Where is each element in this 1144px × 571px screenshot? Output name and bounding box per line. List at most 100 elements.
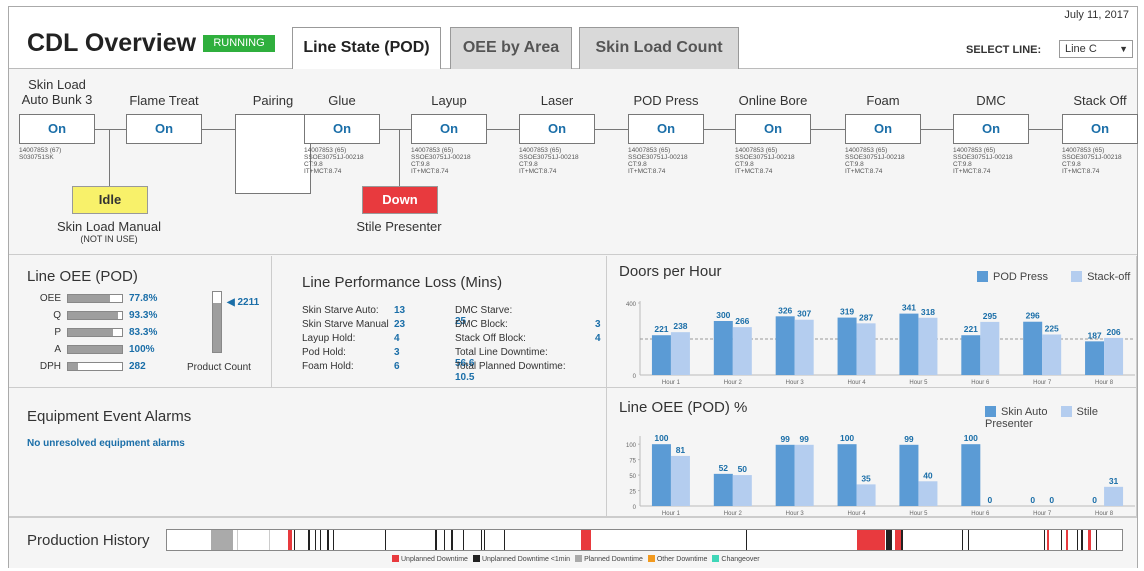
loss-label: Total Planned Downtime:	[455, 361, 566, 372]
station-name-skin-load-auto-bunk-3: Skin Load Auto Bunk 3	[21, 77, 93, 107]
bar-skin-auto[interactable]	[961, 444, 981, 506]
line-oee-title: Line OEE (POD)	[27, 268, 138, 285]
bar-stack-off[interactable]	[1042, 334, 1062, 376]
history-event[interactable]	[327, 530, 329, 550]
bar-pod-press[interactable]	[1023, 321, 1043, 375]
history-event[interactable]	[1081, 530, 1083, 550]
station-status-flame-treat[interactable]: On	[126, 114, 202, 144]
history-event[interactable]	[237, 530, 238, 550]
history-event[interactable]	[746, 530, 747, 550]
history-event[interactable]	[385, 530, 386, 550]
history-event[interactable]	[1088, 530, 1091, 550]
production-history-timeline[interactable]	[166, 529, 1123, 551]
y-tick-label: 25	[629, 490, 636, 496]
bar-stile-presenter[interactable]	[732, 475, 752, 506]
bar-pod-press[interactable]	[899, 313, 919, 375]
bar-stack-off[interactable]	[856, 323, 876, 375]
bar-pod-press[interactable]	[713, 321, 733, 375]
bar-pod-press[interactable]	[961, 335, 981, 375]
data-label-stile-presenter: 81	[676, 445, 686, 455]
history-event[interactable]	[451, 530, 453, 550]
history-event[interactable]	[968, 530, 969, 550]
station-status-dmc[interactable]: On	[953, 114, 1029, 144]
history-event[interactable]	[211, 530, 233, 550]
bar-skin-auto[interactable]	[837, 444, 857, 506]
station-status-skin-load-auto-bunk-3[interactable]: On	[19, 114, 95, 144]
bar-stack-off[interactable]	[1104, 337, 1124, 375]
bar-stack-off[interactable]	[670, 332, 690, 375]
station-meta-stack-off: 14007853 (65) SSOE30751J-00218 CT:9.8 IT…	[1062, 147, 1122, 175]
station-status-stack-off[interactable]: On	[1062, 114, 1138, 144]
history-event[interactable]	[1066, 530, 1068, 550]
history-event[interactable]	[269, 530, 270, 550]
oee-value: 93.3%	[129, 310, 158, 321]
history-event[interactable]	[288, 530, 292, 550]
history-event[interactable]	[481, 530, 482, 550]
history-event[interactable]	[901, 530, 903, 550]
station-status-glue[interactable]: On	[304, 114, 380, 144]
history-event[interactable]	[463, 530, 464, 550]
history-event[interactable]	[444, 530, 445, 550]
bar-stile-presenter[interactable]	[670, 455, 690, 506]
history-event[interactable]	[484, 530, 485, 550]
bar-stile-presenter[interactable]	[794, 444, 814, 506]
station-meta-pod-press: 14007853 (65) SSOE30751J-00218 CT:9.8 IT…	[628, 147, 688, 175]
history-event[interactable]	[504, 530, 505, 550]
skin-load-manual-status[interactable]: Idle	[72, 186, 148, 214]
bar-stile-presenter[interactable]	[856, 484, 876, 506]
history-event[interactable]	[581, 530, 591, 550]
history-event[interactable]	[294, 530, 295, 550]
history-event[interactable]	[333, 530, 334, 550]
tab-skin-load-count[interactable]: Skin Load Count	[579, 27, 739, 69]
loss-label: Total Line Downtime:	[455, 347, 548, 358]
bar-skin-auto[interactable]	[651, 444, 671, 506]
station-status-foam[interactable]: On	[845, 114, 921, 144]
history-event[interactable]	[315, 530, 316, 550]
loss-label: Stack Off Block:	[455, 333, 526, 344]
tab-oee-by-area[interactable]: OEE by Area	[450, 27, 572, 69]
station-status-layup[interactable]: On	[411, 114, 487, 144]
doors-per-hour-panel: Doors per Hour POD Press Stack-off 0 400 2…	[607, 256, 1137, 388]
oee-bar-fill	[68, 329, 113, 336]
loss-value: 4	[394, 333, 400, 344]
history-event[interactable]	[435, 530, 437, 550]
history-event[interactable]	[1047, 530, 1049, 550]
data-label-skin-auto: 99	[904, 434, 914, 444]
history-event[interactable]	[886, 530, 892, 550]
select-line-dropdown[interactable]: Line C ▼	[1059, 40, 1133, 58]
station-name-flame-treat: Flame Treat	[129, 93, 199, 108]
station-status-pairing[interactable]	[235, 114, 311, 194]
data-label-pod-press: 300	[716, 310, 730, 320]
stile-presenter-status[interactable]: Down	[362, 186, 438, 214]
history-event[interactable]	[1044, 530, 1045, 550]
oee-label: OEE	[39, 293, 61, 304]
bar-skin-auto[interactable]	[899, 444, 919, 506]
station-status-pod-press[interactable]: On	[628, 114, 704, 144]
loss-row-skin-starve-auto: Skin Starve Auto: 13	[302, 305, 405, 316]
data-label-pod-press: 221	[964, 324, 978, 334]
history-event[interactable]	[962, 530, 963, 550]
station-name-stack-off: Stack Off	[1073, 93, 1127, 108]
history-event[interactable]	[1096, 530, 1097, 550]
skin-load-manual-connector	[109, 129, 110, 186]
bar-skin-auto[interactable]	[713, 473, 733, 506]
bar-pod-press[interactable]	[1085, 341, 1105, 375]
history-event[interactable]	[1061, 530, 1062, 550]
bar-stack-off[interactable]	[732, 327, 752, 375]
bar-pod-press[interactable]	[651, 335, 671, 375]
bar-pod-press[interactable]	[837, 317, 857, 375]
bar-stack-off[interactable]	[794, 319, 814, 375]
bar-skin-auto[interactable]	[775, 444, 795, 506]
bar-stile-presenter[interactable]	[1104, 486, 1124, 506]
history-event[interactable]	[1077, 530, 1078, 550]
tab-line-state[interactable]: Line State (POD)	[292, 27, 441, 70]
station-status-laser[interactable]: On	[519, 114, 595, 144]
bar-stack-off[interactable]	[980, 321, 1000, 375]
history-event[interactable]	[320, 530, 321, 550]
bar-pod-press[interactable]	[775, 316, 795, 375]
bar-stile-presenter[interactable]	[918, 481, 938, 506]
history-event[interactable]	[308, 530, 310, 550]
station-status-online-bore[interactable]: On	[735, 114, 811, 144]
bar-stack-off[interactable]	[918, 317, 938, 375]
history-event[interactable]	[857, 530, 885, 550]
